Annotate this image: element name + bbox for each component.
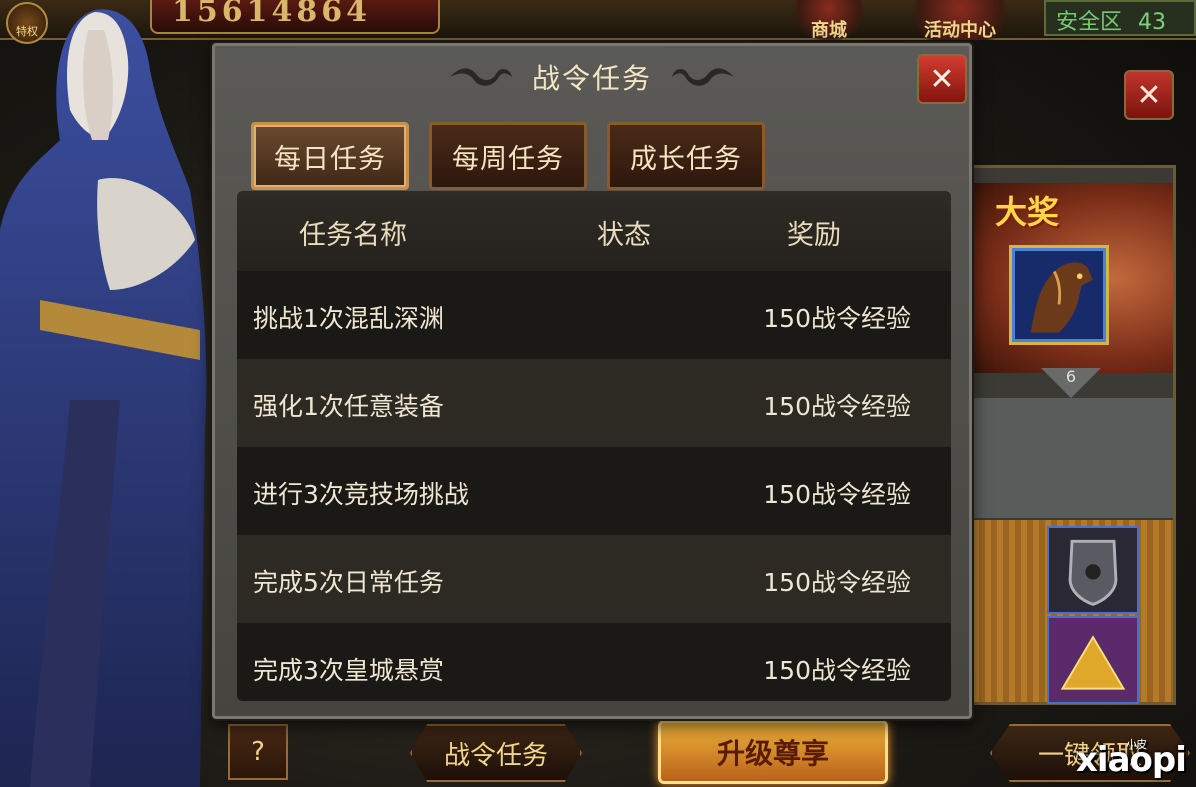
tab-growth-tasks[interactable]: 成长任务 xyxy=(607,122,765,190)
level-badge: 6 xyxy=(1041,368,1101,398)
table-row: 进行3次竞技场挑战 150战令经验 xyxy=(237,447,951,535)
help-label: ? xyxy=(251,737,265,767)
hero-character-image xyxy=(0,9,207,787)
dialog-close-button[interactable]: ✕ xyxy=(917,54,967,104)
reward-slot-gold[interactable] xyxy=(1047,616,1139,704)
task-reward: 150战令经验 xyxy=(763,480,911,509)
reward-strip xyxy=(973,520,1173,704)
background-close-button[interactable]: ✕ xyxy=(1124,70,1174,120)
zone-label: 安全区 xyxy=(1056,10,1123,35)
shop-button[interactable]: 商城 xyxy=(790,0,868,41)
task-reward: 150战令经验 xyxy=(763,568,911,597)
battle-pass-task-dialog: 战令任务 ✕ 每日任务 每周任务 成长任务 任务名称 状态 奖励 挑战1次混乱深… xyxy=(212,43,972,719)
column-task-name: 任务名称 xyxy=(299,220,407,251)
tab-daily-tasks[interactable]: 每日任务 xyxy=(251,122,409,190)
gold-pile-icon xyxy=(1060,635,1126,690)
table-row: 强化1次任意装备 150战令经验 xyxy=(237,359,951,447)
reward-slot-shield[interactable] xyxy=(1047,526,1139,614)
watermark-small: 小皮 xyxy=(1126,738,1147,751)
close-icon: ✕ xyxy=(1136,77,1162,113)
column-reward: 奖励 xyxy=(787,220,841,251)
help-button[interactable]: ? xyxy=(228,724,288,780)
task-reward: 150战令经验 xyxy=(763,392,911,421)
event-center-button[interactable]: 活动中心 xyxy=(900,0,1020,41)
event-center-label: 活动中心 xyxy=(924,20,996,41)
task-name: 完成5次日常任务 xyxy=(253,568,444,597)
task-name: 进行3次竞技场挑战 xyxy=(253,480,469,509)
shop-label: 商城 xyxy=(811,20,847,41)
task-name: 挑战1次混乱深渊 xyxy=(253,304,444,333)
dialog-header: 战令任务 xyxy=(215,46,969,108)
tab-weekly-tasks[interactable]: 每周任务 xyxy=(429,122,587,190)
task-reward: 150战令经验 xyxy=(763,656,911,685)
shield-icon xyxy=(1068,539,1118,606)
table-row: 完成5次日常任务 150战令经验 xyxy=(237,535,951,623)
battle-task-button[interactable]: 战令任务 xyxy=(410,724,582,782)
task-name: 完成3次皇城悬赏 xyxy=(253,656,444,685)
column-status: 状态 xyxy=(597,220,651,251)
table-row: 完成3次皇城悬赏 150战令经验 xyxy=(237,623,951,701)
grand-prize-title: 大奖 xyxy=(995,193,1060,231)
upgrade-label: 升级尊享 xyxy=(716,737,829,770)
site-watermark: 小皮 xiaopi xyxy=(1076,738,1196,787)
level-value: 6 xyxy=(1065,367,1077,386)
table-row: 挑战1次混乱深渊 150战令经验 xyxy=(237,271,951,359)
battle-task-label: 战令任务 xyxy=(443,740,548,771)
horse-icon xyxy=(1030,262,1093,333)
task-table: 任务名称 状态 奖励 挑战1次混乱深渊 150战令经验 强化1次任意装备 150… xyxy=(237,191,951,701)
zone-value: 43 xyxy=(1138,10,1167,35)
table-header: 任务名称 状态 奖励 xyxy=(237,191,951,271)
reward-side-panel: 大奖 6 xyxy=(950,165,1176,705)
close-icon: ✕ xyxy=(929,61,955,97)
tab-label: 每周任务 xyxy=(452,143,564,175)
task-reward: 150战令经验 xyxy=(763,304,911,333)
task-name: 强化1次任意装备 xyxy=(253,392,444,421)
grand-prize-item[interactable] xyxy=(1009,245,1109,345)
tab-label: 每日任务 xyxy=(274,143,386,175)
grand-prize-banner: 大奖 xyxy=(973,183,1173,373)
right-ornament-icon xyxy=(672,68,734,86)
zone-indicator: 安全区 43 xyxy=(1044,0,1196,36)
progress-area xyxy=(973,398,1173,518)
upgrade-privilege-button[interactable]: 升级尊享 xyxy=(658,720,888,784)
dialog-title: 战令任务 xyxy=(531,62,652,95)
left-ornament-icon xyxy=(449,68,512,86)
tab-label: 成长任务 xyxy=(630,143,742,175)
